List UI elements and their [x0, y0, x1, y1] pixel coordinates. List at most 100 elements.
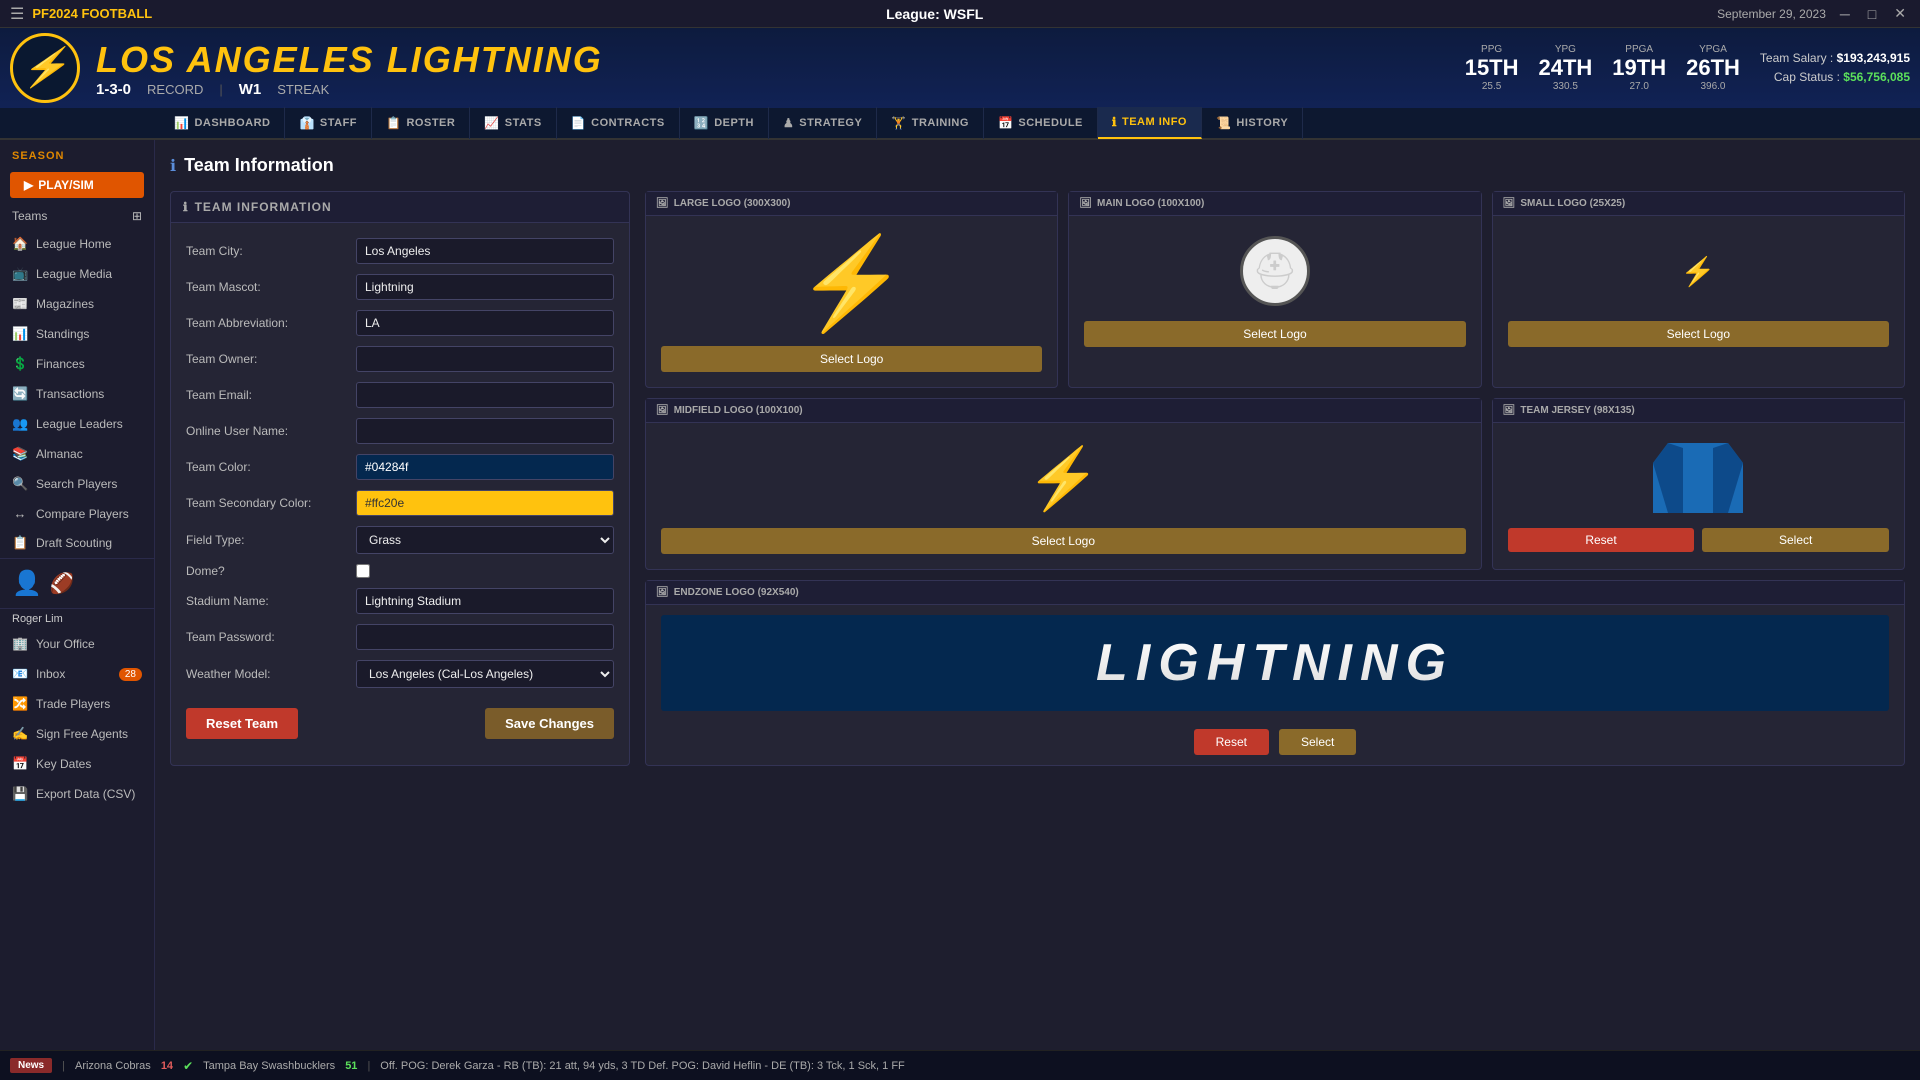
sidebar-item-league-media[interactable]: 📺 League Media [0, 259, 154, 289]
search-players-label: Search Players [36, 477, 117, 491]
sidebar-item-draft-scouting[interactable]: 📋 Draft Scouting [0, 528, 154, 558]
sidebar: SEASON ▶ PLAY/SIM Teams ⊞ 🏠 League Home … [0, 140, 155, 1050]
tab-teaminfo-label: TEAM INFO [1122, 116, 1187, 128]
helmet-icon: ⛑ [1252, 250, 1298, 292]
tab-team-info[interactable]: ℹ TEAM INFO [1098, 107, 1202, 139]
strategy-icon: ♟ [783, 116, 794, 130]
owner-label: Team Owner: [186, 352, 346, 366]
sidebar-item-compare-players[interactable]: ↔ Compare Players [0, 499, 154, 528]
main-layout: SEASON ▶ PLAY/SIM Teams ⊞ 🏠 League Home … [0, 140, 1920, 1050]
key-dates-label: Key Dates [36, 757, 91, 771]
weather-select[interactable]: Los Angeles (Cal-Los Angeles) [356, 660, 614, 688]
trade-icon: 🔀 [12, 696, 28, 712]
minimize-button[interactable]: ─ [1836, 6, 1854, 22]
staff-icon: 👔 [299, 116, 314, 130]
small-logo-body: ⚡ Select Logo [1493, 216, 1904, 362]
ypg-stat: YPG 24TH 330.5 [1539, 44, 1593, 92]
mascot-row: Team Mascot: [186, 274, 614, 300]
tab-contracts[interactable]: 📄 CONTRACTS [557, 107, 680, 139]
sidebar-item-standings[interactable]: 📊 Standings [0, 319, 154, 349]
password-label: Team Password: [186, 630, 346, 644]
sidebar-item-inbox[interactable]: 📧 Inbox 28 [0, 659, 154, 689]
sidebar-item-key-dates[interactable]: 📅 Key Dates [0, 749, 154, 779]
tab-roster[interactable]: 📋 ROSTER [372, 107, 470, 139]
jersey-display [1653, 443, 1743, 513]
cap-line: Cap Status : $56,756,085 [1760, 68, 1910, 87]
select-large-logo-button[interactable]: Select Logo [661, 346, 1042, 372]
score2: 51 [345, 1060, 357, 1072]
password-input[interactable] [356, 624, 614, 650]
secondary-color-input[interactable] [356, 490, 614, 516]
sidebar-item-league-home[interactable]: 🏠 League Home [0, 229, 154, 259]
topbar-right: September 29, 2023 ─ □ ✕ [1717, 5, 1910, 22]
sidebar-item-your-office[interactable]: 🏢 Your Office [0, 629, 154, 659]
dome-checkbox[interactable] [356, 564, 370, 578]
ypg-rank: 24TH [1539, 55, 1593, 81]
league-title: League: WSFL [886, 6, 983, 22]
finances-icon: 💲 [12, 356, 28, 372]
compare-players-label: Compare Players [36, 507, 129, 521]
select-endzone-button[interactable]: Select [1279, 729, 1356, 755]
sidebar-item-league-leaders[interactable]: 👥 League Leaders [0, 409, 154, 439]
abbreviation-row: Team Abbreviation: [186, 310, 614, 336]
mascot-input[interactable] [356, 274, 614, 300]
tab-training[interactable]: 🏋 TRAINING [877, 107, 984, 139]
large-bolt-icon: ⚡ [796, 231, 908, 336]
select-main-logo-button[interactable]: Select Logo [1084, 321, 1465, 347]
endzone-logo-label: ENDZONE LOGO (92x540) [674, 587, 799, 598]
ypga-stat: YPGA 26TH 396.0 [1686, 44, 1740, 92]
export-data-label: Export Data (CSV) [36, 787, 135, 801]
cap-label: Cap Status : [1774, 70, 1840, 84]
email-input[interactable] [356, 382, 614, 408]
select-jersey-button[interactable]: Select [1702, 528, 1889, 552]
hamburger-icon[interactable]: ☰ [10, 4, 24, 24]
tab-schedule[interactable]: 📅 SCHEDULE [984, 107, 1098, 139]
sidebar-item-magazines[interactable]: 📰 Magazines [0, 289, 154, 319]
sidebar-item-trade-players[interactable]: 🔀 Trade Players [0, 689, 154, 719]
tab-stats[interactable]: 📈 STATS [470, 107, 556, 139]
midfield-bolt-icon: ⚡ [1026, 443, 1101, 514]
reset-team-button[interactable]: Reset Team [186, 708, 298, 739]
tab-dashboard[interactable]: 📊 DASHBOARD [160, 107, 285, 139]
tab-depth[interactable]: 🔢 DEPTH [680, 107, 769, 139]
sidebar-item-almanac[interactable]: 📚 Almanac [0, 439, 154, 469]
abbreviation-input[interactable] [356, 310, 614, 336]
search-icon: 🔍 [12, 476, 28, 492]
large-logo-panel: 🖼 LARGE LOGO (300x300) ⚡ Select Logo [645, 191, 1058, 388]
save-changes-button[interactable]: Save Changes [485, 708, 614, 739]
sidebar-item-export-data[interactable]: 💾 Export Data (CSV) [0, 779, 154, 809]
sidebar-item-finances[interactable]: 💲 Finances [0, 349, 154, 379]
weather-row: Weather Model: Los Angeles (Cal-Los Ange… [186, 660, 614, 688]
email-label: Team Email: [186, 388, 346, 402]
finances-label: Finances [36, 357, 85, 371]
tab-strategy[interactable]: ♟ STRATEGY [769, 107, 877, 139]
league-home-label: League Home [36, 237, 111, 251]
sidebar-item-sign-free-agents[interactable]: ✍ Sign Free Agents [0, 719, 154, 749]
tab-history[interactable]: 📜 HISTORY [1202, 107, 1303, 139]
field-type-select[interactable]: Grass Artificial Turf [356, 526, 614, 554]
home-icon: 🏠 [12, 236, 28, 252]
ppga-value: 27.0 [1612, 81, 1666, 92]
stadium-input[interactable] [356, 588, 614, 614]
sidebar-item-transactions[interactable]: 🔄 Transactions [0, 379, 154, 409]
sidebar-item-teams[interactable]: Teams ⊞ [0, 203, 154, 229]
maximize-button[interactable]: □ [1864, 6, 1880, 22]
tab-staff[interactable]: 👔 STAFF [285, 107, 372, 139]
play-icon: ▶ [24, 178, 33, 192]
select-small-logo-button[interactable]: Select Logo [1508, 321, 1889, 347]
roster-icon: 📋 [386, 116, 401, 130]
online-name-input[interactable] [356, 418, 614, 444]
owner-input[interactable] [356, 346, 614, 372]
transactions-icon: 🔄 [12, 386, 28, 402]
reset-jersey-button[interactable]: Reset [1508, 528, 1695, 552]
reset-endzone-button[interactable]: Reset [1194, 729, 1269, 755]
city-input[interactable] [356, 238, 614, 264]
close-button[interactable]: ✕ [1890, 5, 1910, 22]
transactions-label: Transactions [36, 387, 104, 401]
color-input[interactable] [356, 454, 614, 480]
sidebar-item-search-players[interactable]: 🔍 Search Players [0, 469, 154, 499]
play-sim-button[interactable]: ▶ PLAY/SIM [10, 172, 144, 198]
select-midfield-logo-button[interactable]: Select Logo [661, 528, 1466, 554]
teaminfo-icon: ℹ [1112, 115, 1117, 129]
page-title: Team Information [184, 155, 334, 176]
